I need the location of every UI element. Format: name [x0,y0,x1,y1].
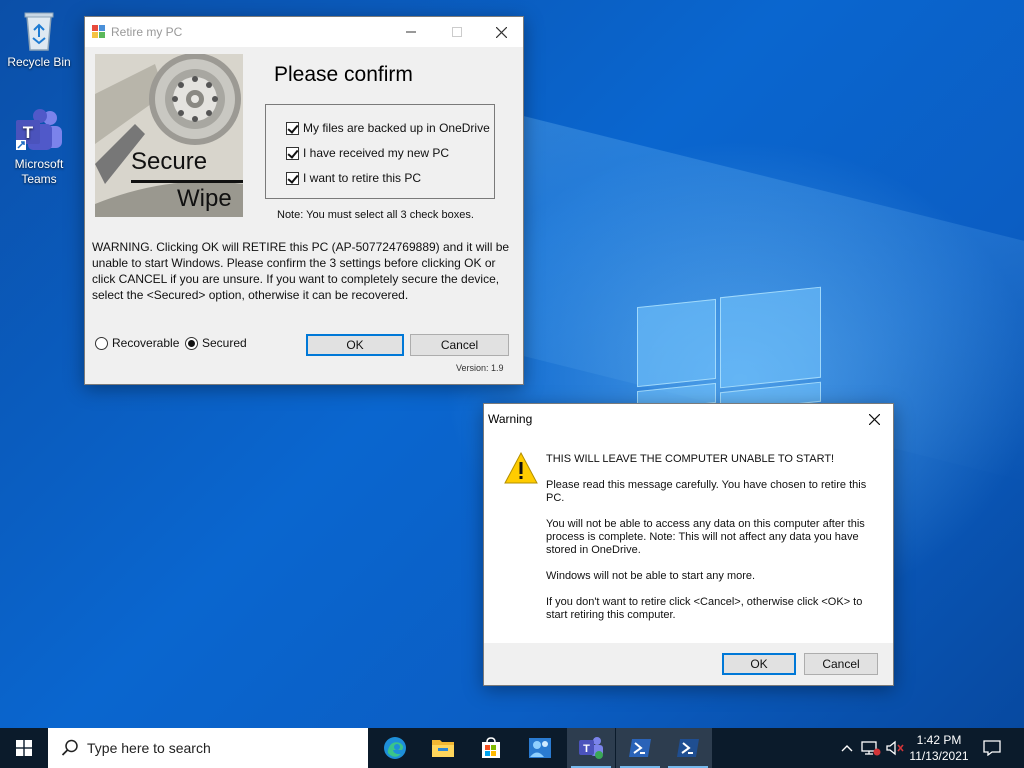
svg-text:T: T [23,123,34,142]
taskbar-people[interactable] [516,728,564,768]
checkbox-retire-pc[interactable]: I want to retire this PC [286,171,421,185]
clock-time: 1:42 PM [916,733,962,747]
radio-secured[interactable]: Secured [185,336,247,350]
tray-volume[interactable] [884,728,906,768]
note-text: Note: You must select all 3 check boxes. [277,209,474,221]
warning-dialog-title: Warning [488,412,533,426]
maximize-button [434,17,480,47]
taskbar-teams[interactable]: T [567,728,615,768]
checkbox-label: I have received my new PC [303,146,450,160]
windows-logo-pane [720,286,821,389]
maximize-icon [452,27,462,37]
checkbox-checked-icon[interactable] [286,121,299,135]
radio-selected-icon[interactable] [185,336,198,350]
radio-recoverable[interactable]: Recoverable [95,336,179,350]
clock-date: 11/13/2021 [909,749,969,763]
svg-text:T: T [583,743,590,755]
page-title: Please confirm [274,63,413,86]
teams-icon: T [579,737,603,759]
warning-dialog-footer: OK Cancel [484,643,893,685]
search-placeholder: Type here to search [87,740,211,756]
radio-icon[interactable] [95,336,108,350]
secure-wipe-image: Secure Wipe [95,54,243,217]
radio-label: Secured [202,336,247,350]
app-icon [92,25,105,38]
desktop-icon-microsoft-teams[interactable]: T Microsoft Teams [1,108,77,187]
volume-muted-icon [886,740,904,756]
taskbar-search-box[interactable]: Type here to search [48,728,368,768]
people-icon [529,738,551,758]
taskbar-powershell-active[interactable] [664,728,712,768]
warning-ok-button[interactable]: OK [722,653,796,675]
taskbar-file-explorer[interactable] [419,728,467,768]
warning-dialog-body: THIS WILL LEAVE THE COMPUTER UNABLE TO S… [484,434,893,643]
search-icon [61,739,78,756]
cancel-button[interactable]: Cancel [410,334,509,356]
taskbar-powershell[interactable] [616,728,664,768]
taskbar-edge[interactable] [371,728,419,768]
teams-label-line1: Microsoft [14,157,64,171]
windows-logo-pane [637,298,716,388]
image-text-wipe: Wipe [177,185,232,212]
retire-window-title: Retire my PC [111,25,183,39]
warning-paragraph-1: Please read this message carefully. You … [546,479,867,504]
radio-label: Recoverable [112,336,180,350]
checkbox-checked-icon[interactable] [286,146,299,160]
taskbar-clock[interactable]: 1:42 PM 11/13/2021 [904,732,974,764]
tray-network[interactable] [860,728,882,768]
taskbar: Type here to search T 1:42 PM 11/13/2021 [0,728,1024,768]
image-text-secure: Secure [131,148,208,175]
checkbox-label: My files are backed up in OneDrive [303,121,490,135]
checkbox-group: My files are backed up in OneDrive I hav… [265,104,495,199]
warning-dialog-titlebar[interactable]: Warning [484,404,893,434]
ok-button[interactable]: OK [306,334,404,356]
file-explorer-icon [432,740,454,757]
checkbox-checked-icon[interactable] [286,171,299,185]
minimize-button[interactable] [388,17,434,47]
chevron-up-icon [841,745,853,752]
warning-headline: THIS WILL LEAVE THE COMPUTER UNABLE TO S… [546,453,835,465]
warning-dialog: Warning THIS WILL LEAVE THE COMPUTER UNA… [483,403,894,686]
recycle-bin-label: Recycle Bin [7,55,71,69]
warning-triangle-icon [504,452,538,484]
powershell-icon [629,739,651,757]
tray-notifications[interactable] [980,728,1004,768]
powershell-active-icon [677,739,699,757]
notification-icon [983,740,1001,756]
image-divider [131,180,243,183]
warning-paragraph-4: If you don't want to retire click <Cance… [546,596,863,621]
tray-show-hidden-icons[interactable] [838,728,856,768]
desktop-icon-recycle-bin[interactable]: Recycle Bin [1,8,77,70]
warning-paragraph-3: Windows will not be able to start any mo… [546,570,756,582]
teams-label-line2: Teams [21,172,57,186]
close-button[interactable] [478,17,524,47]
teams-icon: T [16,109,62,150]
recycle-bin-icon [24,12,54,51]
start-button[interactable] [0,728,48,768]
checkbox-backed-up[interactable]: My files are backed up in OneDrive [286,121,490,135]
retire-my-pc-window: Retire my PC Secure Wipe Please confirm … [84,16,524,385]
close-icon [868,413,880,425]
store-icon [482,737,500,758]
warning-paragraph-2: You will not be able to access any data … [546,518,865,556]
warning-cancel-button[interactable]: Cancel [804,653,878,675]
version-label: Version: 1.9 [456,363,504,373]
warning-text: WARNING. Clicking OK will RETIRE this PC… [92,240,510,302]
warning-close-button[interactable] [856,404,892,434]
checkbox-label: I want to retire this PC [303,171,422,185]
edge-icon [384,737,406,759]
minimize-icon [406,31,416,33]
windows-start-icon [16,740,32,756]
retire-window-titlebar[interactable]: Retire my PC [85,17,523,47]
checkbox-received-new-pc[interactable]: I have received my new PC [286,146,449,160]
close-icon [495,26,507,38]
network-disconnected-icon [861,741,881,756]
taskbar-store[interactable] [467,728,515,768]
